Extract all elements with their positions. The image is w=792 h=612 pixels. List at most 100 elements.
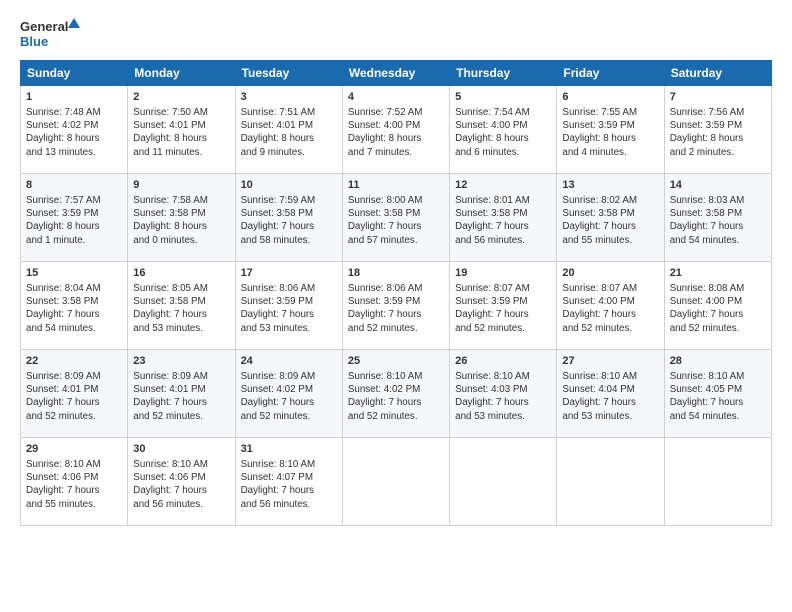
calendar-cell [664, 438, 771, 526]
calendar-cell [557, 438, 664, 526]
calendar-cell: 10Sunrise: 7:59 AMSunset: 3:58 PMDayligh… [235, 174, 342, 262]
day-number: 3 [241, 90, 337, 105]
calendar-cell: 15Sunrise: 8:04 AMSunset: 3:58 PMDayligh… [21, 262, 128, 350]
svg-text:General: General [20, 19, 68, 34]
day-number: 2 [133, 90, 229, 105]
day-info: Sunrise: 8:09 AMSunset: 4:01 PMDaylight:… [26, 370, 122, 423]
day-number: 16 [133, 266, 229, 281]
day-number: 1 [26, 90, 122, 105]
day-number: 15 [26, 266, 122, 281]
calendar-cell: 5Sunrise: 7:54 AMSunset: 4:00 PMDaylight… [450, 86, 557, 174]
day-info: Sunrise: 8:10 AMSunset: 4:07 PMDaylight:… [241, 458, 337, 511]
header: General Blue [20, 16, 772, 52]
day-number: 14 [670, 178, 766, 193]
day-info: Sunrise: 8:09 AMSunset: 4:01 PMDaylight:… [133, 370, 229, 423]
day-info: Sunrise: 8:10 AMSunset: 4:06 PMDaylight:… [26, 458, 122, 511]
day-info: Sunrise: 7:55 AMSunset: 3:59 PMDaylight:… [562, 106, 658, 159]
col-header-thursday: Thursday [450, 61, 557, 86]
day-number: 31 [241, 442, 337, 457]
day-number: 30 [133, 442, 229, 457]
calendar-cell: 18Sunrise: 8:06 AMSunset: 3:59 PMDayligh… [342, 262, 449, 350]
day-info: Sunrise: 7:52 AMSunset: 4:00 PMDaylight:… [348, 106, 444, 159]
day-info: Sunrise: 8:08 AMSunset: 4:00 PMDaylight:… [670, 282, 766, 335]
day-info: Sunrise: 7:57 AMSunset: 3:59 PMDaylight:… [26, 194, 122, 247]
page: General Blue SundayMondayTuesdayWednesda… [0, 0, 792, 612]
calendar-cell: 29Sunrise: 8:10 AMSunset: 4:06 PMDayligh… [21, 438, 128, 526]
day-info: Sunrise: 7:59 AMSunset: 3:58 PMDaylight:… [241, 194, 337, 247]
day-info: Sunrise: 7:56 AMSunset: 3:59 PMDaylight:… [670, 106, 766, 159]
day-number: 25 [348, 354, 444, 369]
day-number: 18 [348, 266, 444, 281]
calendar-cell [450, 438, 557, 526]
day-number: 4 [348, 90, 444, 105]
day-info: Sunrise: 8:10 AMSunset: 4:04 PMDaylight:… [562, 370, 658, 423]
calendar-week-3: 15Sunrise: 8:04 AMSunset: 3:58 PMDayligh… [21, 262, 772, 350]
calendar-cell: 9Sunrise: 7:58 AMSunset: 3:58 PMDaylight… [128, 174, 235, 262]
day-info: Sunrise: 8:04 AMSunset: 3:58 PMDaylight:… [26, 282, 122, 335]
day-info: Sunrise: 8:01 AMSunset: 3:58 PMDaylight:… [455, 194, 551, 247]
calendar-cell: 1Sunrise: 7:48 AMSunset: 4:02 PMDaylight… [21, 86, 128, 174]
calendar-cell: 13Sunrise: 8:02 AMSunset: 3:58 PMDayligh… [557, 174, 664, 262]
day-info: Sunrise: 7:51 AMSunset: 4:01 PMDaylight:… [241, 106, 337, 159]
day-info: Sunrise: 8:02 AMSunset: 3:58 PMDaylight:… [562, 194, 658, 247]
day-info: Sunrise: 8:07 AMSunset: 4:00 PMDaylight:… [562, 282, 658, 335]
col-header-tuesday: Tuesday [235, 61, 342, 86]
calendar-table: SundayMondayTuesdayWednesdayThursdayFrid… [20, 60, 772, 526]
calendar-cell: 11Sunrise: 8:00 AMSunset: 3:58 PMDayligh… [342, 174, 449, 262]
day-number: 8 [26, 178, 122, 193]
day-info: Sunrise: 8:05 AMSunset: 3:58 PMDaylight:… [133, 282, 229, 335]
day-number: 23 [133, 354, 229, 369]
day-number: 26 [455, 354, 551, 369]
day-info: Sunrise: 8:06 AMSunset: 3:59 PMDaylight:… [348, 282, 444, 335]
calendar-cell: 8Sunrise: 7:57 AMSunset: 3:59 PMDaylight… [21, 174, 128, 262]
calendar-cell: 6Sunrise: 7:55 AMSunset: 3:59 PMDaylight… [557, 86, 664, 174]
calendar-cell: 4Sunrise: 7:52 AMSunset: 4:00 PMDaylight… [342, 86, 449, 174]
day-number: 9 [133, 178, 229, 193]
day-number: 19 [455, 266, 551, 281]
day-number: 29 [26, 442, 122, 457]
day-info: Sunrise: 8:10 AMSunset: 4:05 PMDaylight:… [670, 370, 766, 423]
day-number: 27 [562, 354, 658, 369]
calendar-cell: 28Sunrise: 8:10 AMSunset: 4:05 PMDayligh… [664, 350, 771, 438]
calendar-cell: 26Sunrise: 8:10 AMSunset: 4:03 PMDayligh… [450, 350, 557, 438]
day-info: Sunrise: 7:50 AMSunset: 4:01 PMDaylight:… [133, 106, 229, 159]
day-info: Sunrise: 7:48 AMSunset: 4:02 PMDaylight:… [26, 106, 122, 159]
day-info: Sunrise: 8:07 AMSunset: 3:59 PMDaylight:… [455, 282, 551, 335]
day-info: Sunrise: 8:10 AMSunset: 4:03 PMDaylight:… [455, 370, 551, 423]
day-info: Sunrise: 8:00 AMSunset: 3:58 PMDaylight:… [348, 194, 444, 247]
calendar-cell: 31Sunrise: 8:10 AMSunset: 4:07 PMDayligh… [235, 438, 342, 526]
day-number: 7 [670, 90, 766, 105]
day-number: 28 [670, 354, 766, 369]
calendar-cell [342, 438, 449, 526]
calendar-cell: 19Sunrise: 8:07 AMSunset: 3:59 PMDayligh… [450, 262, 557, 350]
day-number: 10 [241, 178, 337, 193]
day-number: 21 [670, 266, 766, 281]
calendar-cell: 23Sunrise: 8:09 AMSunset: 4:01 PMDayligh… [128, 350, 235, 438]
col-header-saturday: Saturday [664, 61, 771, 86]
day-number: 13 [562, 178, 658, 193]
calendar-cell: 3Sunrise: 7:51 AMSunset: 4:01 PMDaylight… [235, 86, 342, 174]
calendar-cell: 20Sunrise: 8:07 AMSunset: 4:00 PMDayligh… [557, 262, 664, 350]
day-number: 24 [241, 354, 337, 369]
col-header-monday: Monday [128, 61, 235, 86]
calendar-cell: 12Sunrise: 8:01 AMSunset: 3:58 PMDayligh… [450, 174, 557, 262]
day-info: Sunrise: 8:10 AMSunset: 4:02 PMDaylight:… [348, 370, 444, 423]
day-info: Sunrise: 7:58 AMSunset: 3:58 PMDaylight:… [133, 194, 229, 247]
calendar-cell: 14Sunrise: 8:03 AMSunset: 3:58 PMDayligh… [664, 174, 771, 262]
day-info: Sunrise: 8:06 AMSunset: 3:59 PMDaylight:… [241, 282, 337, 335]
day-number: 12 [455, 178, 551, 193]
calendar-cell: 22Sunrise: 8:09 AMSunset: 4:01 PMDayligh… [21, 350, 128, 438]
col-header-wednesday: Wednesday [342, 61, 449, 86]
calendar-cell: 25Sunrise: 8:10 AMSunset: 4:02 PMDayligh… [342, 350, 449, 438]
calendar-cell: 21Sunrise: 8:08 AMSunset: 4:00 PMDayligh… [664, 262, 771, 350]
calendar-cell: 16Sunrise: 8:05 AMSunset: 3:58 PMDayligh… [128, 262, 235, 350]
calendar-cell: 17Sunrise: 8:06 AMSunset: 3:59 PMDayligh… [235, 262, 342, 350]
calendar-cell: 27Sunrise: 8:10 AMSunset: 4:04 PMDayligh… [557, 350, 664, 438]
col-header-friday: Friday [557, 61, 664, 86]
day-number: 17 [241, 266, 337, 281]
day-info: Sunrise: 7:54 AMSunset: 4:00 PMDaylight:… [455, 106, 551, 159]
calendar-header-row: SundayMondayTuesdayWednesdayThursdayFrid… [21, 61, 772, 86]
logo: General Blue [20, 16, 80, 52]
col-header-sunday: Sunday [21, 61, 128, 86]
day-number: 22 [26, 354, 122, 369]
